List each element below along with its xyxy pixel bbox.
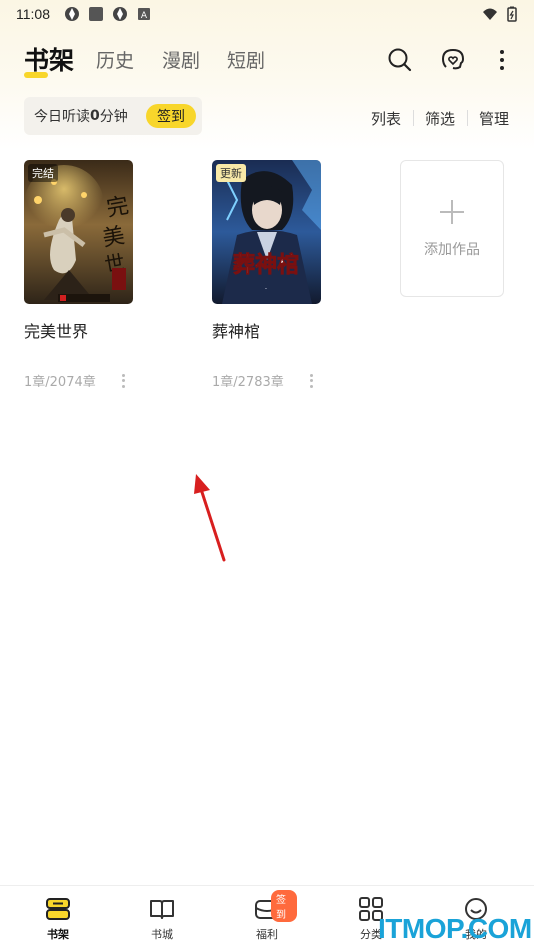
svg-text:A: A	[141, 11, 148, 21]
status-time: 11:08	[16, 6, 50, 22]
battery-icon	[507, 6, 517, 22]
manage-button[interactable]: 管理	[479, 108, 509, 129]
cover-title-art: 完	[105, 193, 131, 221]
keyboard-a-icon: A	[138, 8, 150, 21]
headphones-heart-icon[interactable]	[439, 46, 467, 74]
add-work-label: 添加作品	[424, 242, 480, 258]
filter-button[interactable]: 筛选	[425, 108, 455, 129]
book-cover[interactable]: 完 美 世 完结	[24, 160, 133, 304]
nav-label: 书城	[151, 928, 173, 941]
book-card[interactable]: 完 美 世 完结 完美世界 1章/2074章	[24, 160, 144, 390]
book-cover[interactable]: 葬神棺 - 更新	[212, 160, 321, 304]
cover-title-art: 葬神棺	[233, 252, 299, 278]
book-title[interactable]: 完美世界	[24, 318, 144, 342]
annotation-arrow-icon	[194, 474, 226, 562]
divider	[467, 110, 468, 126]
add-work-button[interactable]: 添加作品	[400, 160, 504, 297]
tab-short-drama[interactable]: 短剧	[227, 46, 265, 73]
plus-icon	[440, 200, 464, 224]
tab-comic-drama[interactable]: 漫剧	[162, 46, 200, 73]
book-more-icon[interactable]	[122, 373, 126, 388]
listen-minutes: 0	[90, 108, 100, 124]
top-tab-bar: 书架 历史 漫剧 短剧	[0, 36, 534, 86]
nav-label: 书架	[47, 928, 69, 941]
book-progress: 1章/2783章	[212, 375, 284, 390]
nav-badge: 签到	[271, 890, 297, 922]
nav-item-bookshelf[interactable]: 书架	[28, 896, 88, 942]
tab-bookshelf[interactable]: 书架	[24, 41, 74, 77]
watermark: ITMOP.COM	[378, 913, 532, 944]
book-title[interactable]: 葬神棺	[212, 318, 332, 342]
app-notification-icon	[65, 7, 79, 21]
tab-history[interactable]: 历史	[96, 46, 134, 73]
daily-listen-card: 今日听读 0 分钟 签到	[24, 97, 202, 135]
book-status-badge: 完结	[28, 164, 58, 182]
svg-text:美: 美	[101, 223, 127, 251]
search-icon[interactable]	[386, 46, 414, 74]
listen-suffix: 分钟	[99, 109, 128, 125]
svg-text:-: -	[265, 285, 267, 292]
book-more-icon[interactable]	[310, 373, 314, 388]
divider	[413, 110, 414, 126]
sign-in-button[interactable]: 签到	[146, 104, 196, 128]
list-view-button[interactable]: 列表	[371, 108, 401, 129]
square-notification-icon	[89, 7, 103, 21]
nav-label: 福利	[256, 928, 278, 941]
nav-item-welfare[interactable]: 签到 福利	[237, 890, 297, 942]
more-vertical-icon[interactable]	[488, 46, 516, 74]
book-card[interactable]: 葬神棺 - 更新 葬神棺 1章/2783章	[212, 160, 332, 390]
bookshelf-icon	[46, 898, 70, 920]
book-progress: 1章/2074章	[24, 375, 96, 390]
open-book-icon	[150, 900, 174, 919]
listen-prefix: 今日听读	[34, 109, 90, 125]
book-status-badge: 更新	[216, 164, 246, 182]
nav-item-bookstore[interactable]: 书城	[132, 896, 192, 942]
app-notification-icon-2	[113, 7, 127, 21]
status-bar: 11:08 A	[0, 0, 534, 28]
wifi-icon	[483, 8, 497, 20]
